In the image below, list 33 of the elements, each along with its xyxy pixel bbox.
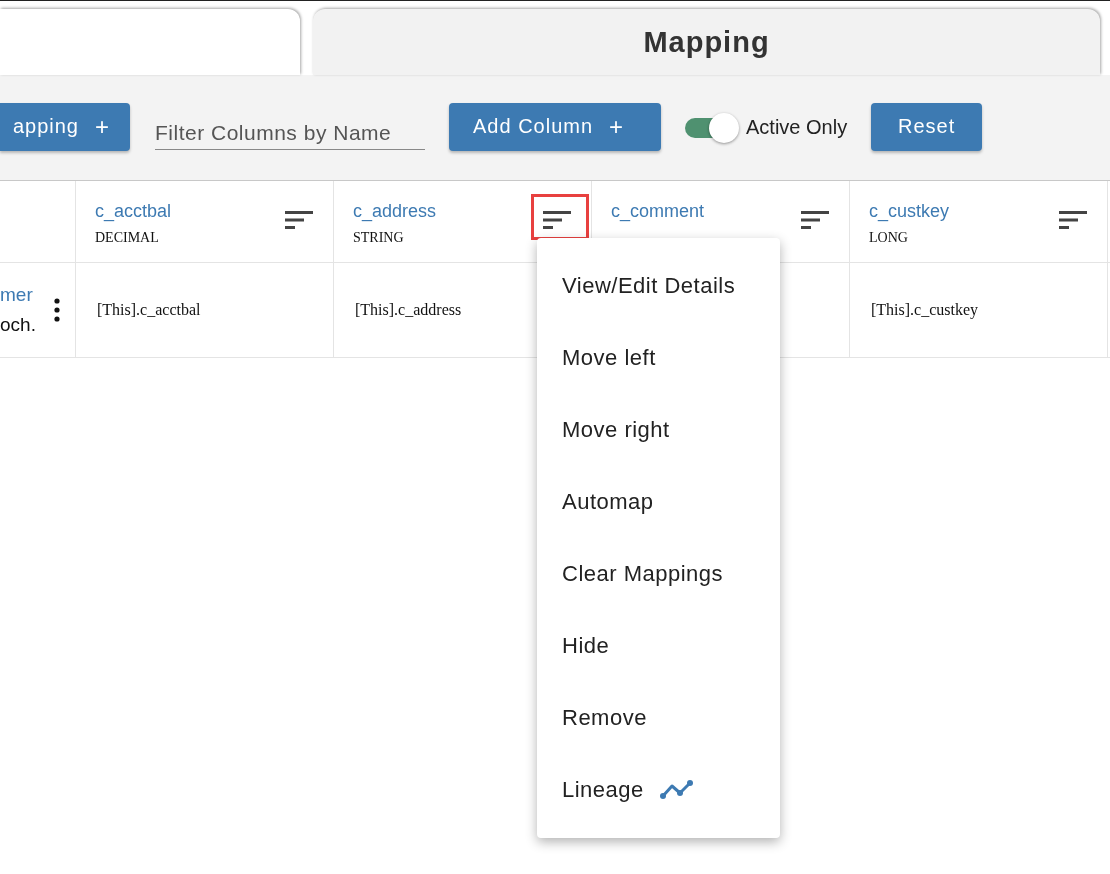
menu-item[interactable]: Move left [537,322,780,394]
menu-item[interactable]: Automap [537,466,780,538]
menu-item[interactable]: Clear Mappings [537,538,780,610]
add-mapping-button[interactable]: apping + [0,102,130,151]
column-name[interactable]: c_custkey [869,201,950,222]
cell-value: [This].c_custkey [871,301,979,319]
menu-item[interactable]: Remove [537,682,780,754]
cell-value: [This].c_acctbal [97,301,201,319]
column-name[interactable]: c_acctbal [95,201,172,222]
mapping-name[interactable]: mer [0,284,36,306]
menu-item[interactable]: Move right [537,394,780,466]
filter-field[interactable]: Filter Columns by Name [155,117,425,150]
column-name[interactable]: c_comment [611,201,705,222]
lineage-icon [659,780,694,800]
column-menu-icon[interactable] [543,211,571,229]
toggle-switch[interactable] [685,112,739,143]
column-type: LONG [869,230,909,246]
reset-button[interactable]: Reset [871,102,983,151]
more-options-icon[interactable] [54,298,60,322]
column-menu-icon[interactable] [285,211,313,229]
column-type: STRING [353,230,405,246]
column-type: DECIMAL [95,230,160,246]
column-name[interactable]: c_address [353,201,437,222]
menu-item[interactable]: View/Edit Details [537,250,780,322]
column-menu-icon[interactable] [801,211,829,229]
toggle-label: Active Only [746,116,848,139]
add-column-button[interactable]: Add Column + [449,102,661,151]
mapping-value: och. [0,314,36,336]
menu-item[interactable]: Lineage [537,754,780,826]
tab[interactable]: Mapping [313,9,1100,75]
menu-item[interactable]: Hide [537,610,780,682]
cell-value: [This].c_address [355,301,462,319]
column-menu-icon[interactable] [1059,211,1087,229]
